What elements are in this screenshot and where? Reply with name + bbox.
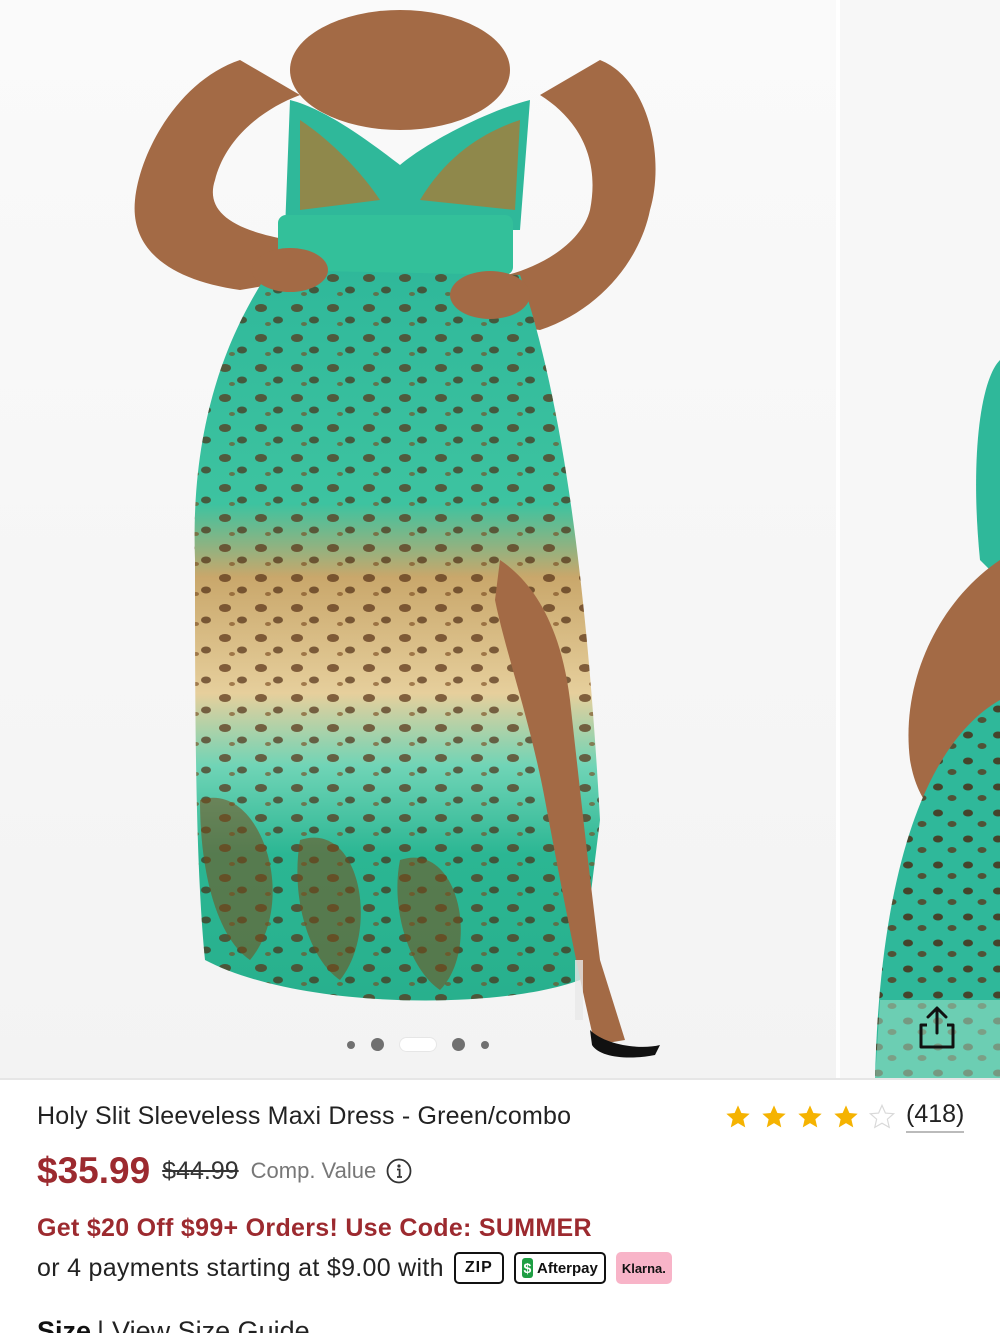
star-icon xyxy=(798,1104,822,1127)
star-icon xyxy=(834,1104,858,1127)
size-guide-link[interactable]: View Size Guide xyxy=(112,1316,310,1333)
pagination-dot[interactable] xyxy=(452,1038,465,1051)
gallery-pagination xyxy=(0,1038,836,1051)
afterpay-label: Afterpay xyxy=(537,1259,598,1277)
pagination-dot[interactable] xyxy=(347,1040,355,1049)
review-count-link[interactable]: (418) xyxy=(906,1100,965,1133)
zip-label: ZIP xyxy=(464,1259,493,1276)
installment-payments: or 4 payments starting at $9.00 with ZIP… xyxy=(37,1252,672,1284)
comp-value-label: Comp. Value xyxy=(250,1158,377,1183)
star-icon xyxy=(762,1104,786,1127)
product-title: Holy Slit Sleeveless Maxi Dress - Green/… xyxy=(37,1102,572,1130)
price-row: $35.99 $44.99 Comp. Value xyxy=(37,1150,412,1192)
size-section: Size | View Size Guide xyxy=(37,1316,310,1333)
info-icon[interactable] xyxy=(386,1158,412,1184)
product-rating[interactable]: (418) xyxy=(724,1100,965,1133)
product-photo xyxy=(134,10,660,1058)
zip-payment-badge[interactable]: ZIP xyxy=(453,1252,504,1284)
size-separator: | xyxy=(97,1316,105,1333)
product-image-main[interactable] xyxy=(0,0,836,1080)
star-icon xyxy=(726,1104,750,1127)
promo-banner: Get $20 Off $99+ Orders! Use Code: SUMME… xyxy=(37,1214,592,1242)
installment-text: or 4 payments starting at $9.00 with xyxy=(37,1253,444,1282)
share-icon xyxy=(919,1006,955,1049)
pagination-dot[interactable] xyxy=(481,1040,489,1049)
pagination-dot[interactable] xyxy=(371,1038,384,1051)
star-empty-icon xyxy=(868,1103,896,1129)
afterpay-payment-badge[interactable]: $ Afterpay xyxy=(513,1252,606,1284)
size-label: Size xyxy=(37,1316,92,1333)
share-button[interactable] xyxy=(908,998,966,1056)
next-product-photo xyxy=(875,360,1000,1080)
product-image-gallery[interactable] xyxy=(0,0,1000,1080)
klarna-label: Klarna. xyxy=(621,1260,666,1276)
original-price: $44.99 xyxy=(162,1156,239,1185)
product-info: Holy Slit Sleeveless Maxi Dress - Green/… xyxy=(0,1080,1000,1333)
product-image-next[interactable] xyxy=(840,0,1000,1080)
pagination-dot-active[interactable] xyxy=(400,1038,436,1051)
sale-price: $35.99 xyxy=(37,1150,151,1191)
afterpay-icon: $ xyxy=(521,1258,533,1278)
klarna-payment-badge[interactable]: Klarna. xyxy=(615,1252,672,1284)
